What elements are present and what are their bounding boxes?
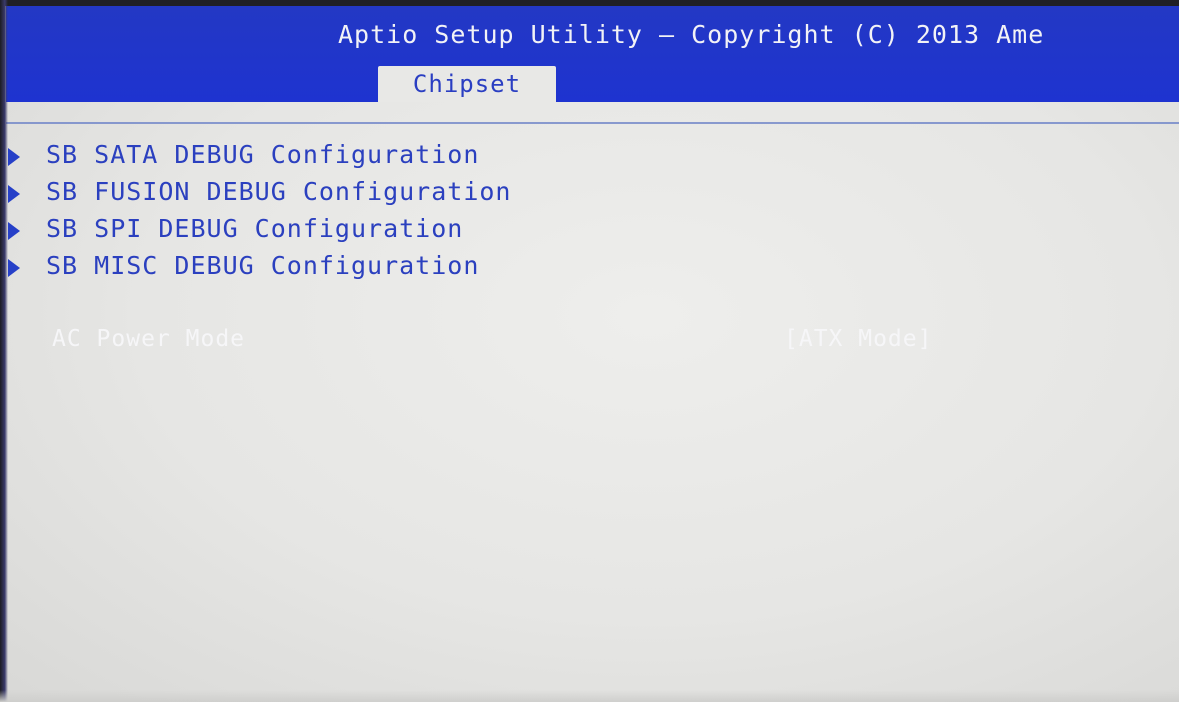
- tab-chipset[interactable]: Chipset: [378, 66, 556, 102]
- screen-bottom-edge: [0, 690, 1179, 702]
- tab-chipset-label: Chipset: [412, 70, 522, 98]
- app-title: Aptio Setup Utility – Copyright (C) 2013…: [338, 20, 1045, 49]
- submenu-arrow-icon: [8, 185, 20, 203]
- ac-power-mode-value[interactable]: [ATX Mode]: [784, 326, 932, 352]
- menu-item-label: SB SPI DEBUG Configuration: [46, 214, 464, 243]
- monitor-bezel-left: [0, 0, 8, 702]
- menu-item-sb-misc-debug[interactable]: SB MISC DEBUG Configuration: [6, 251, 706, 285]
- menu-item-label: SB MISC DEBUG Configuration: [46, 251, 480, 280]
- menu-item-label: SB FUSION DEBUG Configuration: [46, 177, 512, 206]
- menu-item-sb-fusion-debug[interactable]: SB FUSION DEBUG Configuration: [6, 177, 706, 211]
- bios-screen: Aptio Setup Utility – Copyright (C) 2013…: [0, 0, 1179, 702]
- submenu-arrow-icon: [8, 222, 20, 240]
- menu-item-sb-spi-debug[interactable]: SB SPI DEBUG Configuration: [6, 214, 706, 248]
- menu-item-sb-sata-debug[interactable]: SB SATA DEBUG Configuration: [6, 140, 706, 174]
- submenu-arrow-icon: [8, 259, 20, 277]
- header-divider: [6, 122, 1179, 124]
- ac-power-mode-label[interactable]: AC Power Mode: [52, 326, 245, 352]
- header-bar: Aptio Setup Utility – Copyright (C) 2013…: [6, 6, 1179, 102]
- submenu-arrow-icon: [8, 148, 20, 166]
- menu-item-label: SB SATA DEBUG Configuration: [46, 140, 480, 169]
